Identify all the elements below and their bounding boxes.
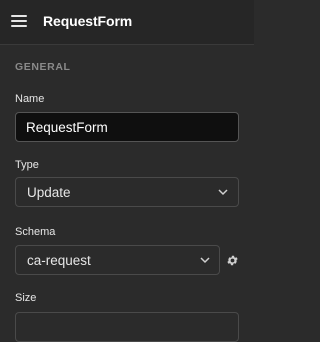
- schema-select[interactable]: ca-request: [15, 245, 220, 275]
- section-title-general: GENERAL: [15, 61, 71, 73]
- type-select[interactable]: Update: [15, 177, 239, 207]
- size-select[interactable]: [15, 312, 239, 342]
- hamburger-menu-icon[interactable]: [11, 15, 27, 28]
- type-label: Type: [15, 159, 39, 171]
- schema-select-value: ca-request: [27, 253, 91, 268]
- panel-title: RequestForm: [43, 13, 133, 29]
- panel-header: RequestForm: [0, 0, 254, 45]
- chevron-down-icon: [218, 189, 228, 196]
- name-label: Name: [15, 93, 45, 105]
- size-label: Size: [15, 292, 37, 304]
- name-input[interactable]: [15, 112, 239, 142]
- type-select-value: Update: [27, 185, 71, 200]
- schema-label: Schema: [15, 226, 56, 238]
- gear-icon[interactable]: [226, 254, 239, 267]
- chevron-down-icon: [200, 257, 210, 264]
